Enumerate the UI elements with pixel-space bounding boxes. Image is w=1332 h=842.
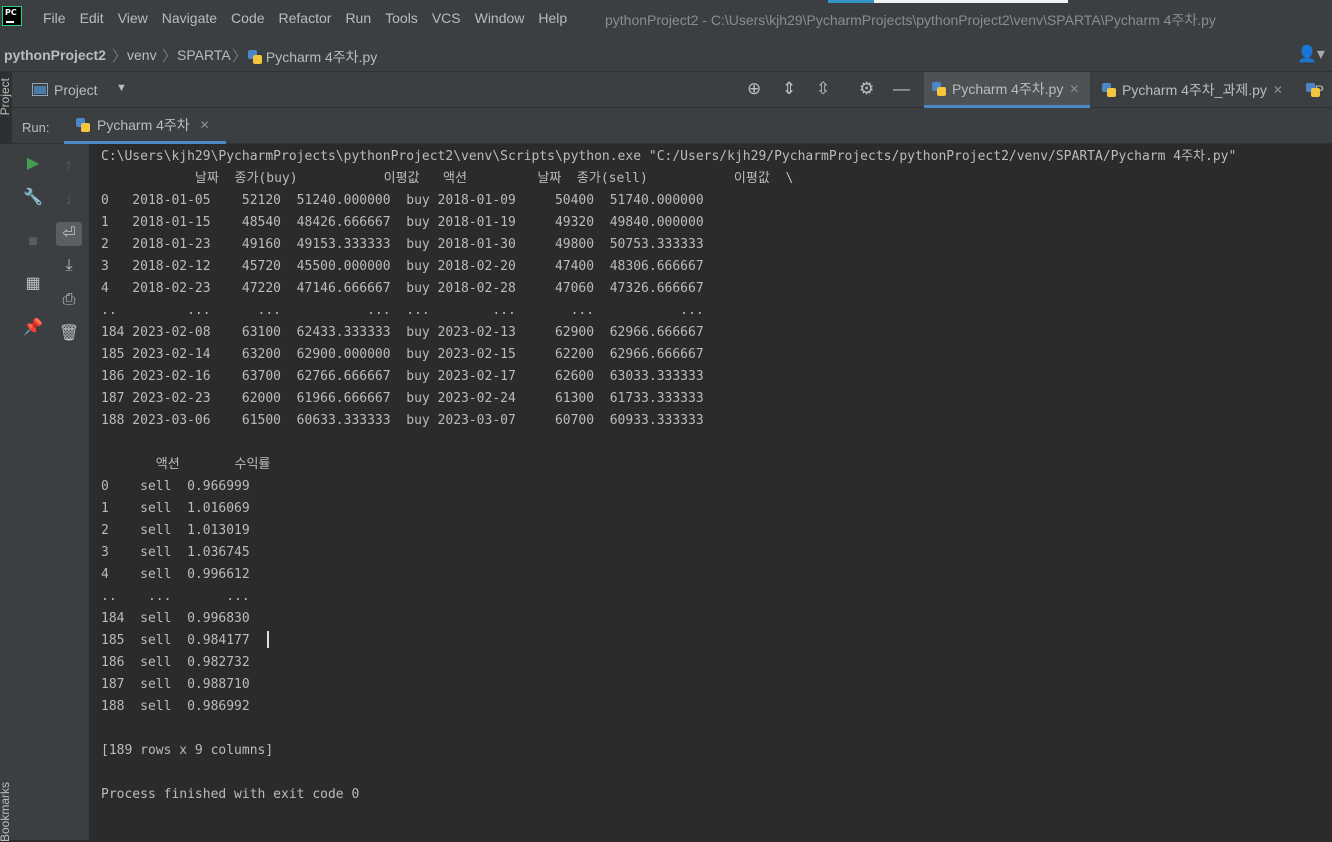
console-line: 3 sell 1.036745 [101, 545, 250, 560]
chevron-right-icon: 〉 [232, 48, 248, 65]
python-file-icon [248, 50, 262, 64]
project-window-icon [32, 83, 48, 96]
console-line: 1 2018-01-15 48540 48426.666667 buy 2018… [101, 215, 704, 230]
bookmarks-tool-button[interactable]: Bookmarks [0, 782, 12, 842]
console-line: 2 2018-01-23 49160 49153.333333 buy 2018… [101, 237, 704, 252]
scroll-to-end-icon[interactable]: ⤓ [58, 256, 80, 276]
run-panel-header: Run: Pycharm 4주차 ✕ [12, 108, 1332, 144]
console-line: 0 2018-01-05 52120 51240.000000 buy 2018… [101, 193, 704, 208]
menu-navigate[interactable]: Navigate [162, 10, 217, 26]
window-title-strip [828, 0, 1068, 3]
run-tab[interactable]: Pycharm 4주차 ✕ [64, 108, 226, 144]
console-line: 2 sell 1.013019 [101, 523, 250, 538]
run-tab-label: Pycharm 4주차 [97, 116, 190, 133]
console-line: 4 sell 0.996612 [101, 567, 250, 582]
collapse-all-icon[interactable]: ⇳ [816, 80, 830, 98]
console-line: 186 2023-02-16 63700 62766.666667 buy 20… [101, 369, 704, 384]
menu-file[interactable]: File [43, 10, 66, 26]
run-toolbar: ▶ 🔧 ■ ▦ 📌 ↑ ↓ ⏎ ⤓ ⎙ 🗑 [12, 144, 90, 840]
project-panel-header: Project ▼ ⊕ ⇕ ⇳ ⚙ — [12, 72, 920, 108]
python-file-icon [932, 81, 946, 96]
breadcrumb: pythonProject2 〉 venv 〉 SPARTA 〉 Pycharm… [0, 36, 1332, 72]
python-file-icon [1102, 83, 1116, 97]
console-line: [189 rows x 9 columns] [101, 743, 274, 758]
console-line: .. ... ... [101, 589, 250, 604]
tab-overflow[interactable]: P [1298, 72, 1332, 108]
console-line: Process finished with exit code 0 [101, 787, 360, 802]
python-file-icon [76, 117, 90, 132]
close-icon[interactable]: ✕ [1273, 83, 1283, 97]
breadcrumb-venv[interactable]: venv [127, 47, 157, 63]
breadcrumb-file-label: Pycharm 4주차.py [265, 49, 378, 65]
console-line: 187 2023-02-23 62000 61966.666667 buy 20… [101, 391, 704, 406]
soft-wrap-icon[interactable]: ⏎ [56, 222, 82, 246]
breadcrumb-project[interactable]: pythonProject2 [4, 47, 106, 63]
chevron-right-icon: 〉 [112, 48, 128, 65]
arrow-up-icon[interactable]: ↑ [58, 156, 80, 176]
layout-icon[interactable]: ▦ [22, 274, 44, 294]
project-tool-button[interactable]: Project [0, 78, 12, 115]
console-line: 185 sell 0.984177 [101, 633, 250, 648]
console-line: C:\Users\kjh29\PycharmProjects\pythonPro… [101, 149, 1237, 164]
menu-edit[interactable]: Edit [80, 10, 104, 26]
console-line: 185 2023-02-14 63200 62900.000000 buy 20… [101, 347, 704, 362]
expand-all-icon[interactable]: ⇕ [782, 80, 796, 98]
menu-code[interactable]: Code [231, 10, 264, 26]
console-output[interactable]: C:\Users\kjh29\PycharmProjects\pythonPro… [89, 144, 1332, 840]
console-line: 187 sell 0.988710 [101, 677, 250, 692]
menu-help[interactable]: Help [538, 10, 567, 26]
chevron-down-icon[interactable]: ▼ [116, 82, 127, 94]
menu-bar: PC File Edit View Navigate Code Refactor… [0, 0, 1332, 36]
chevron-right-icon: 〉 [162, 48, 178, 65]
trash-icon[interactable]: 🗑 [58, 324, 80, 344]
menu-tools[interactable]: Tools [385, 10, 418, 26]
locate-target-icon[interactable]: ⊕ [747, 80, 761, 98]
menu-run[interactable]: Run [345, 10, 371, 26]
menu-refactor[interactable]: Refactor [279, 10, 332, 26]
python-file-icon [1306, 83, 1319, 97]
window-title: pythonProject2 - C:\Users\kjh29\PycharmP… [605, 12, 1216, 28]
pin-icon[interactable]: 📌 [22, 318, 44, 338]
breadcrumb-file[interactable]: Pycharm 4주차.py [248, 47, 377, 67]
console-line: 액션 수익률 [101, 457, 271, 472]
console-line: .. ... ... ... ... ... ... ... [101, 303, 704, 318]
close-icon[interactable]: ✕ [200, 118, 210, 132]
tab-label: Pycharm 4주차_과제.py [1122, 82, 1267, 98]
rerun-icon[interactable]: ▶ [22, 154, 44, 174]
stop-icon[interactable]: ■ [22, 232, 44, 252]
console-line: 1 sell 1.016069 [101, 501, 250, 516]
wrench-icon[interactable]: 🔧 [22, 188, 44, 208]
main-menu: File Edit View Navigate Code Refactor Ru… [43, 10, 581, 26]
console-line: 188 sell 0.986992 [101, 699, 250, 714]
editor-tabs: Pycharm 4주차.py ✕ Pycharm 4주차_과제.py ✕ P [920, 72, 1332, 108]
run-label: Run: [22, 120, 50, 135]
gear-icon[interactable]: ⚙ [859, 80, 874, 98]
console-line: 4 2018-02-23 47220 47146.666667 buy 2018… [101, 281, 704, 296]
console-line: 186 sell 0.982732 [101, 655, 250, 670]
minimize-icon[interactable]: — [893, 80, 910, 98]
arrow-down-icon[interactable]: ↓ [58, 190, 80, 210]
console-line: 0 sell 0.966999 [101, 479, 250, 494]
breadcrumb-sparta[interactable]: SPARTA [177, 47, 231, 63]
menu-view[interactable]: View [118, 10, 148, 26]
print-icon[interactable]: ⎙ [58, 290, 80, 310]
console-line: 날짜 종가(buy) 이평값 액션 날짜 종가(sell) 이평값 \ [101, 171, 794, 186]
console-line: 184 2023-02-08 63100 62433.333333 buy 20… [101, 325, 704, 340]
tab-label: Pycharm 4주차.py [952, 80, 1064, 97]
console-line: 188 2023-03-06 61500 60633.333333 buy 20… [101, 413, 704, 428]
menu-window[interactable]: Window [475, 10, 525, 26]
text-caret [267, 631, 269, 648]
pycharm-logo-icon: PC [2, 6, 22, 26]
close-icon[interactable]: ✕ [1069, 82, 1079, 96]
menu-vcs[interactable]: VCS [432, 10, 461, 26]
console-line: 184 sell 0.996830 [101, 611, 250, 626]
console-line: 3 2018-02-12 45720 45500.000000 buy 2018… [101, 259, 704, 274]
tab-pycharm-week4[interactable]: Pycharm 4주차.py ✕ [924, 72, 1090, 108]
tab-pycharm-week4-assignment[interactable]: Pycharm 4주차_과제.py ✕ [1094, 72, 1292, 108]
project-panel-title[interactable]: Project [54, 82, 98, 98]
user-account-icon[interactable]: 👤▾ [1297, 44, 1325, 64]
